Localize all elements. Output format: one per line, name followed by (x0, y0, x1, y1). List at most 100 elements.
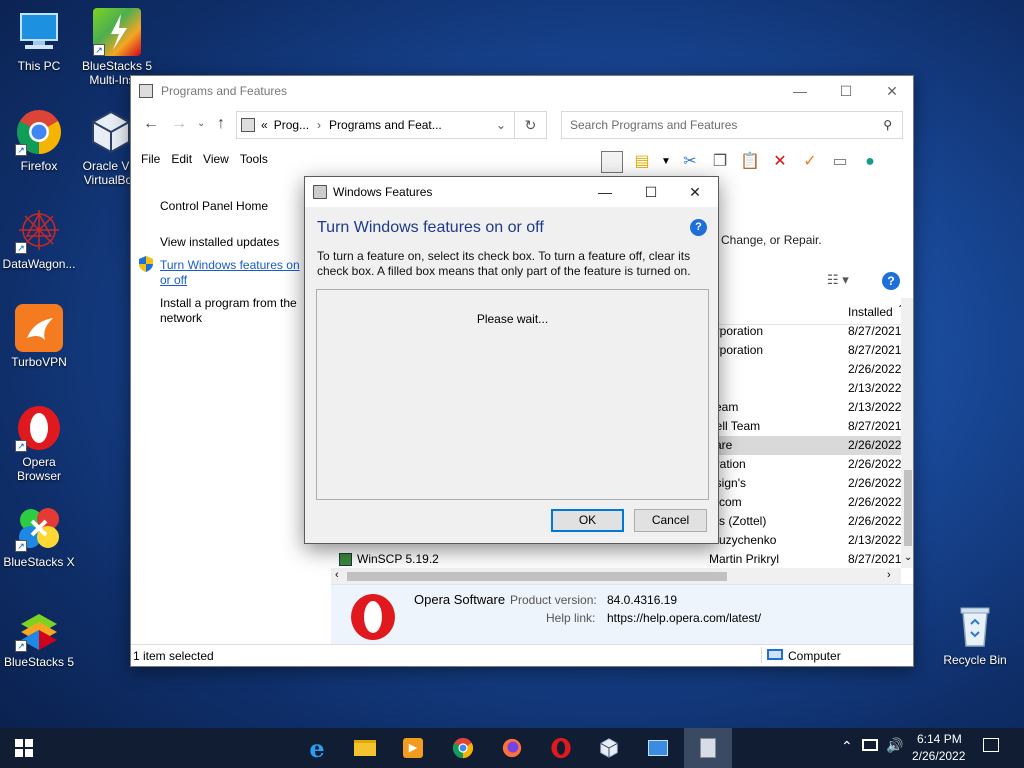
taskbar-firefox[interactable] (488, 728, 536, 768)
taskbar-virtualbox[interactable] (585, 728, 633, 768)
desktop-icon-label: DataWagon... (2, 257, 76, 271)
dialog-description: To turn a feature on, select its check b… (317, 249, 691, 278)
computer-icon (15, 8, 63, 56)
pane-toggle-icon[interactable] (601, 151, 623, 173)
please-wait-text: Please wait... (476, 312, 549, 326)
menu-file[interactable]: File (139, 152, 169, 166)
view-dropdown-icon[interactable]: ▼ (661, 151, 671, 173)
uninstall-hint: Change, or Repair. (721, 233, 822, 247)
copy-icon[interactable]: ❐ (709, 151, 731, 173)
up-arrow-icon[interactable]: ↑ (217, 115, 225, 133)
desktop-icon-datawagon[interactable]: ↗ DataWagon... (0, 206, 78, 271)
control-panel-home-link[interactable]: Control Panel Home (160, 199, 268, 214)
virtualbox-icon (600, 738, 618, 758)
details-help-link[interactable]: https://help.opera.com/latest/ (607, 611, 761, 625)
start-button[interactable] (0, 728, 48, 768)
windows-logo-icon (15, 739, 33, 757)
cancel-button[interactable]: Cancel (634, 509, 707, 532)
left-pane: Control Panel Home View installed update… (131, 181, 331, 651)
scroll-left-icon[interactable]: ‹ (335, 569, 339, 581)
forward-arrow-icon[interactable]: → (171, 115, 187, 133)
delete-icon[interactable]: ✕ (769, 151, 791, 173)
desktop-icon-bluestacks-x[interactable]: ↗ BlueStacks X (0, 504, 78, 569)
desktop-icon-recycle-bin[interactable]: Recycle Bin (936, 602, 1014, 667)
notifications-icon[interactable] (983, 738, 999, 752)
install-from-network-link[interactable]: Install a program from the network (160, 296, 310, 326)
address-bar[interactable]: « Prog... › Programs and Feat... ⌄ (236, 111, 515, 139)
dialog-maximize-button[interactable]: ☐ (628, 177, 674, 207)
desktop-icon-this-pc[interactable]: This PC (0, 8, 78, 73)
scrollbar-thumb[interactable] (904, 470, 912, 546)
properties-icon[interactable]: ▭ (829, 151, 851, 173)
folder-view-icon[interactable]: ▤ (631, 151, 653, 173)
features-tree[interactable]: Please wait... (316, 289, 709, 500)
desktop-icon-bluestacks-5[interactable]: ↗ BlueStacks 5 (0, 604, 78, 669)
taskbar-remote-desktop[interactable] (634, 728, 682, 768)
dialog-title: Windows Features (333, 185, 433, 199)
details-help-label: Help link: (546, 611, 596, 625)
column-installed-on[interactable]: Installed (848, 305, 893, 319)
recent-chevron-icon[interactable]: ⌄ (197, 118, 205, 129)
chrome-icon: ↗ (15, 108, 63, 156)
scroll-right-icon[interactable]: › (887, 569, 891, 581)
paste-icon[interactable]: 📋 (739, 151, 761, 173)
monitor-icon (767, 649, 783, 660)
windows-features-dialog: Windows Features — ☐ ✕ Turn Windows feat… (304, 176, 719, 544)
globe-icon[interactable]: ● (859, 151, 881, 173)
help-icon[interactable]: ? (882, 272, 900, 290)
check-icon[interactable]: ✓ (799, 151, 821, 173)
address-dropdown-icon[interactable]: ⌄ (496, 118, 506, 132)
maximize-button[interactable]: ☐ (823, 76, 869, 106)
show-hidden-icons-icon[interactable]: ⌃ (841, 738, 853, 755)
taskbar-file-explorer[interactable] (341, 728, 389, 768)
breadcrumb-prog[interactable]: Prog... (274, 118, 309, 132)
taskbar-opera[interactable] (537, 728, 585, 768)
dialog-titlebar[interactable]: Windows Features — ☐ ✕ (305, 177, 718, 207)
volume-icon[interactable]: 🔊 (886, 737, 903, 754)
desktop-icon-opera[interactable]: ↗ Opera Browser (0, 404, 78, 483)
taskbar-edge[interactable]: e (293, 728, 341, 768)
turbovpn-icon (15, 304, 63, 352)
dialog-minimize-button[interactable]: — (582, 177, 628, 207)
desktop-icon-turbovpn[interactable]: TurboVPN (0, 304, 78, 369)
shortcut-arrow-icon: ↗ (15, 540, 27, 552)
taskbar: e ▶ ⌃ 🔊 6:14 PM 2/26/2022 (0, 728, 1024, 768)
view-options-icon[interactable]: ☷ ▾ (827, 272, 849, 288)
view-installed-updates-link[interactable]: View installed updates (160, 235, 279, 250)
clock-time[interactable]: 6:14 PM (917, 732, 962, 746)
menu-view[interactable]: View (201, 152, 238, 166)
details-publisher: Opera Software (414, 592, 506, 607)
menu-edit[interactable]: Edit (169, 152, 201, 166)
media-player-icon: ▶ (403, 738, 423, 758)
table-row[interactable]: WinSCP 5.19.2 Martin Prikryl 8/27/2021 (331, 550, 903, 569)
back-arrow-icon[interactable]: ← (143, 115, 159, 133)
dialog-close-button[interactable]: ✕ (672, 177, 718, 207)
minimize-button[interactable]: — (777, 76, 823, 106)
winscp-icon (339, 553, 352, 566)
status-location: Computer (788, 649, 841, 663)
scrollbar-thumb[interactable] (347, 572, 727, 581)
vertical-scrollbar[interactable]: ⌄ (901, 298, 913, 568)
network-icon[interactable] (862, 739, 878, 751)
taskbar-chrome[interactable] (439, 728, 487, 768)
taskbar-control-panel[interactable] (684, 728, 732, 768)
desktop-icon-label: This PC (17, 59, 61, 73)
desktop-icon-firefox[interactable]: ↗ Firefox (0, 108, 78, 173)
refresh-button[interactable]: ↻ (515, 111, 547, 139)
clock-date[interactable]: 2/26/2022 (912, 749, 965, 763)
desktop-icon-label: Firefox (20, 159, 58, 173)
ok-button[interactable]: OK (551, 509, 624, 532)
menu-tools[interactable]: Tools (238, 152, 277, 166)
scroll-down-icon[interactable]: ⌄ (904, 552, 912, 563)
bluestacks-x-icon: ↗ (15, 504, 63, 552)
breadcrumb-programs[interactable]: Programs and Feat... (329, 118, 442, 132)
search-input[interactable]: Search Programs and Features ⚲ (561, 111, 903, 139)
bluestacks-5-icon: ↗ (15, 604, 63, 652)
horizontal-scrollbar[interactable]: ‹ › (331, 568, 901, 584)
taskbar-media-player[interactable]: ▶ (389, 728, 437, 768)
breadcrumb-chevron-icon: › (317, 118, 322, 132)
close-button[interactable]: ✕ (869, 76, 913, 106)
turn-windows-features-link[interactable]: Turn Windows features on or off (160, 258, 310, 288)
dialog-help-icon[interactable]: ? (690, 219, 707, 236)
cut-icon[interactable]: ✂ (679, 151, 701, 173)
